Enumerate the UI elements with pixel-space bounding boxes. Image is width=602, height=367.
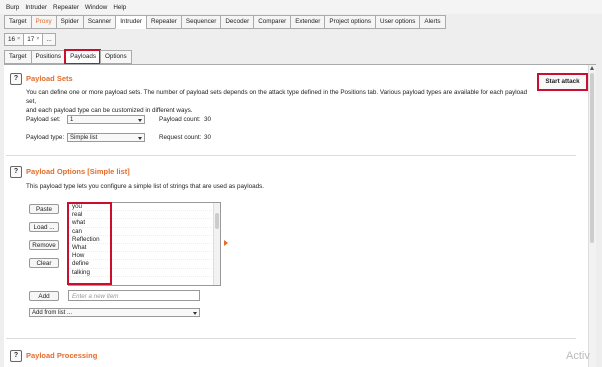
payload-sets-title: Payload Sets [26,74,73,83]
attack-tab-label: 16 [8,36,16,43]
tab-comparer[interactable]: Comparer [253,15,291,29]
attack-tab-label: 17 [27,36,35,43]
tab-project-options[interactable]: Project options [324,15,376,29]
add-button[interactable]: Add [29,291,59,301]
close-icon[interactable]: × [36,34,39,45]
intruder-tabs: Target Positions Payloads Options [4,49,132,65]
scroll-up-icon[interactable] [590,66,594,70]
tab-user-options[interactable]: User options [375,15,420,29]
description-line: You can define one or more payload sets.… [26,89,528,105]
tab-alerts[interactable]: Alerts [419,15,446,29]
tab-sequencer[interactable]: Sequencer [180,15,221,29]
description-line: and each payload type can be customized … [26,107,193,114]
chevron-down-icon [138,137,142,140]
remove-button[interactable]: Remove [29,240,59,250]
section-divider [6,155,576,156]
payload-count-label: Payload count: [159,116,201,123]
tab-spider[interactable]: Spider [55,15,83,29]
list-scroll-thumb[interactable] [215,213,219,229]
panel-scrollbar[interactable] [588,65,596,367]
load-button[interactable]: Load ... [29,222,59,232]
main-tabs: Target Proxy Spider Scanner Intruder Rep… [4,15,446,29]
attack-tab-16[interactable]: 16 × [4,33,24,46]
tab-extender[interactable]: Extender [290,15,325,29]
menu-burp[interactable]: Burp [0,4,22,11]
payload-set-value: 1 [70,117,74,123]
menu-repeater[interactable]: Repeater [50,4,82,11]
watermark-text: Activ [566,350,590,362]
add-from-list-select[interactable]: Add from list ... [29,308,200,317]
payload-set-label: Payload set: [26,116,61,123]
expand-arrow-icon[interactable] [224,240,228,246]
help-icon[interactable]: ? [10,350,22,362]
clear-button[interactable]: Clear [29,258,59,268]
payload-type-value: Simple list [70,135,98,141]
section-divider [6,338,576,339]
paste-button[interactable]: Paste [29,204,59,214]
help-icon[interactable]: ? [10,166,22,178]
payload-type-select[interactable]: Simple list [67,133,145,142]
request-count-value: 30 [204,134,212,141]
payload-sets-description: You can define one or more payload sets.… [26,88,536,115]
new-item-input[interactable]: Enter a new item [68,290,200,301]
payload-processing-title: Payload Processing [26,351,98,360]
start-attack-button[interactable]: Start attack [537,73,588,91]
tab-target[interactable]: Target [4,15,31,29]
payload-count-value: 30 [204,116,212,123]
payload-type-label: Payload type: [26,134,65,141]
payload-options-description: This payload type lets you configure a s… [26,183,265,190]
tab-decoder[interactable]: Decoder [220,15,254,29]
scroll-thumb[interactable] [590,73,594,243]
list-highlight-box [67,202,112,285]
chevron-down-icon [138,119,142,122]
close-icon[interactable]: × [17,34,20,45]
attack-tab-17[interactable]: 17 × [23,33,43,46]
menu-window[interactable]: Window [82,4,110,11]
new-attack-tab[interactable]: ... [42,33,56,46]
tab-proxy[interactable]: Proxy [30,15,56,29]
tab-positions[interactable]: Positions [30,50,66,64]
payload-options-title: Payload Options [Simple list] [26,167,130,176]
tab-intruder[interactable]: Intruder [115,15,146,29]
menu-help[interactable]: Help [110,4,129,11]
menu-intruder[interactable]: Intruder [22,4,50,11]
tab-options[interactable]: Options [99,50,132,64]
attack-tabs: 16 × 17 × ... [4,33,56,46]
help-icon[interactable]: ? [10,73,22,85]
tab-repeater[interactable]: Repeater [146,15,181,29]
chevron-down-icon [193,312,197,315]
tab-intruder-target[interactable]: Target [4,50,31,64]
menu-bar: Burp Intruder Repeater Window Help [0,0,602,14]
payload-set-select[interactable]: 1 [67,115,145,124]
request-count-label: Request count: [159,134,202,141]
add-from-list-label: Add from list ... [32,310,73,316]
tab-payloads[interactable]: Payloads [64,49,101,65]
tab-scanner[interactable]: Scanner [82,15,116,29]
list-scrollbar[interactable] [213,203,220,285]
